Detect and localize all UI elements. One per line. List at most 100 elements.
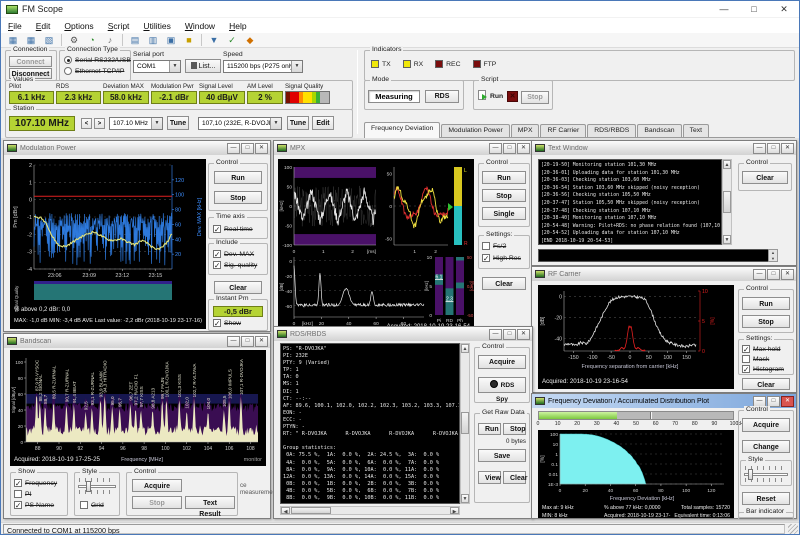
bs-textresult-button[interactable]: Text Result bbox=[185, 496, 235, 509]
close-icon[interactable]: ✕ bbox=[517, 329, 530, 340]
station-prev-button[interactable]: < bbox=[81, 118, 92, 129]
menu-utilities[interactable]: Utilities bbox=[136, 21, 177, 31]
bs-pi-checkbox[interactable]: PI bbox=[14, 490, 31, 498]
tune-button-2[interactable]: Tune bbox=[287, 116, 309, 130]
audio-icon[interactable]: ♪ bbox=[102, 34, 118, 47]
tab-mpx[interactable]: MPX bbox=[511, 124, 540, 137]
tab-text[interactable]: Text bbox=[683, 124, 709, 137]
minimize-button[interactable]: — bbox=[753, 396, 766, 407]
mp-sigquality-checkbox[interactable]: ✓Sig. quality bbox=[213, 261, 257, 269]
connect-button[interactable]: Connect bbox=[9, 56, 52, 67]
menu-file[interactable]: File bbox=[1, 21, 29, 31]
rf-clear-button[interactable]: Clear bbox=[742, 378, 790, 390]
fd-change-button[interactable]: Change bbox=[742, 440, 790, 453]
close-icon[interactable]: ✕ bbox=[781, 143, 794, 154]
speed-combo[interactable]: 115200 bps (P275 only)▼ bbox=[223, 60, 303, 73]
bs-stop-button[interactable]: Stop bbox=[132, 496, 182, 509]
cascade-windows-icon[interactable]: ▤ bbox=[127, 34, 143, 47]
menu-help[interactable]: Help bbox=[222, 21, 253, 31]
resize-grip[interactable] bbox=[788, 524, 798, 534]
bandscan-titlebar[interactable]: Bandscan —□✕ bbox=[4, 334, 270, 348]
maximize-button[interactable]: □ bbox=[767, 143, 780, 154]
script-stop-button[interactable]: Stop bbox=[521, 91, 549, 104]
scrollbar[interactable]: ▲▼ bbox=[460, 343, 470, 504]
horizontal-scrollbar[interactable]: ◀▶ bbox=[280, 506, 460, 515]
minimize-button[interactable]: — bbox=[753, 143, 766, 154]
rds-mode-button[interactable]: RDS bbox=[425, 90, 459, 103]
bs-frequency-checkbox[interactable]: ✓Frequency bbox=[14, 479, 57, 487]
maximize-button[interactable]: □ bbox=[503, 329, 516, 340]
command-input[interactable] bbox=[538, 249, 778, 262]
fd-acquire-button[interactable]: Acquire bbox=[742, 418, 790, 432]
station-preset-combo[interactable]: 107,10 (232E, R-DVOJKA)▼ bbox=[198, 117, 282, 130]
download-icon[interactable]: ▼ bbox=[206, 34, 222, 47]
script-run-button[interactable]: Run bbox=[490, 93, 503, 100]
close-icon[interactable]: ✕ bbox=[255, 336, 268, 347]
mpx-stop-button[interactable]: Stop bbox=[482, 189, 526, 202]
menu-options[interactable]: Options bbox=[57, 21, 100, 31]
minimize-button[interactable]: — bbox=[489, 143, 502, 154]
save-all-icon[interactable]: ▦ bbox=[23, 34, 39, 47]
modulation-power-titlebar[interactable]: Modulation Power —□✕ bbox=[4, 141, 270, 155]
minimize-button[interactable]: — bbox=[227, 143, 240, 154]
chevron-down-icon[interactable]: ▼ bbox=[270, 118, 281, 129]
radio-serial-icon[interactable] bbox=[64, 56, 72, 64]
station-next-button[interactable]: > bbox=[94, 118, 105, 129]
rds-clear-button[interactable]: Clear bbox=[503, 471, 526, 484]
maximize-button[interactable]: □ bbox=[739, 4, 769, 15]
station-frequency-combo[interactable]: 107.10 MHz▼ bbox=[109, 117, 163, 130]
fd-style-slider[interactable] bbox=[744, 466, 788, 482]
mp-show-checkbox[interactable]: ✓Show bbox=[213, 319, 241, 327]
mpx-fs2-checkbox[interactable]: Fs/2 bbox=[482, 242, 506, 250]
minimize-button[interactable]: — bbox=[489, 329, 502, 340]
menu-window[interactable]: Window bbox=[178, 21, 222, 31]
bs-psname-checkbox[interactable]: ✓PS Name bbox=[14, 501, 54, 509]
script-report-icon[interactable]: ✓ bbox=[224, 34, 240, 47]
menu-edit[interactable]: Edit bbox=[29, 21, 58, 31]
fd-reset-button[interactable]: Reset bbox=[742, 492, 790, 505]
radio-ethernet-icon[interactable] bbox=[64, 67, 72, 75]
rds-text-area[interactable]: PS: "R-DVOJKA"PI: 232EPTY: 9 (Varied)TP:… bbox=[280, 343, 460, 504]
close-icon[interactable]: ✕ bbox=[781, 269, 794, 280]
mp-stop-button[interactable]: Stop bbox=[214, 191, 262, 204]
tab-modulation-power[interactable]: Modulation Power bbox=[441, 124, 509, 137]
close-icon[interactable]: ✕ bbox=[781, 396, 794, 407]
tile-horizontal-icon[interactable]: ▥ bbox=[145, 34, 161, 47]
tab-rds-rbds[interactable]: RDS/RBDS bbox=[587, 124, 636, 137]
about-icon[interactable]: ◆ bbox=[242, 34, 258, 47]
rds-titlebar[interactable]: RDS/RBDS —□✕ bbox=[274, 327, 532, 341]
maximize-button[interactable]: □ bbox=[767, 269, 780, 280]
rds-save-button[interactable]: Save bbox=[478, 449, 526, 462]
chevron-down-icon[interactable]: ▼ bbox=[169, 61, 180, 72]
lock-layout-icon[interactable]: ■ bbox=[181, 34, 197, 47]
minimize-button[interactable]: — bbox=[709, 4, 739, 15]
rds-view-button[interactable]: View bbox=[478, 471, 501, 484]
mpx-titlebar[interactable]: MPX —□✕ bbox=[274, 141, 532, 155]
mp-clear-button[interactable]: Clear bbox=[214, 281, 262, 294]
radio-ethernet-tcpip[interactable]: Ethernet TCP/IP bbox=[64, 67, 124, 75]
mp-realtime-checkbox[interactable]: ✓Real time bbox=[213, 225, 253, 233]
export-icon[interactable]: ▧ bbox=[41, 34, 57, 47]
tile-vertical-icon[interactable]: ▣ bbox=[163, 34, 179, 47]
rf-mask-checkbox[interactable]: Mask bbox=[742, 355, 769, 363]
rf-run-button[interactable]: Run bbox=[742, 297, 790, 310]
tab-bandscan[interactable]: Bandscan bbox=[637, 124, 681, 137]
rds-raw-stop-button[interactable]: Stop bbox=[503, 423, 526, 435]
tab-frequency-deviation[interactable]: Frequency Deviation bbox=[364, 122, 440, 138]
rf-maxhold-checkbox[interactable]: ✓Max hold bbox=[742, 345, 781, 353]
menu-script[interactable]: Script bbox=[101, 21, 137, 31]
maximize-button[interactable]: □ bbox=[767, 396, 780, 407]
mpx-clear-button[interactable]: Clear bbox=[482, 277, 526, 290]
settings-wrench-icon[interactable]: ⚙ bbox=[66, 34, 82, 47]
tune-button-1[interactable]: Tune bbox=[167, 116, 189, 130]
maximize-button[interactable]: □ bbox=[503, 143, 516, 154]
serial-port-combo[interactable]: COM1▼ bbox=[133, 60, 181, 73]
text-window-titlebar[interactable]: Text Window —□✕ bbox=[532, 141, 796, 155]
minimize-button[interactable]: — bbox=[753, 269, 766, 280]
save-icon[interactable]: ▦ bbox=[5, 34, 21, 47]
list-ports-button[interactable]: List... bbox=[185, 59, 221, 73]
rf-carrier-titlebar[interactable]: RF Carrier —□✕ bbox=[532, 267, 796, 281]
rf-stop-button[interactable]: Stop bbox=[742, 315, 790, 328]
rds-raw-run-button[interactable]: Run bbox=[478, 423, 501, 435]
bs-acquire-button[interactable]: Acquire bbox=[132, 479, 182, 492]
